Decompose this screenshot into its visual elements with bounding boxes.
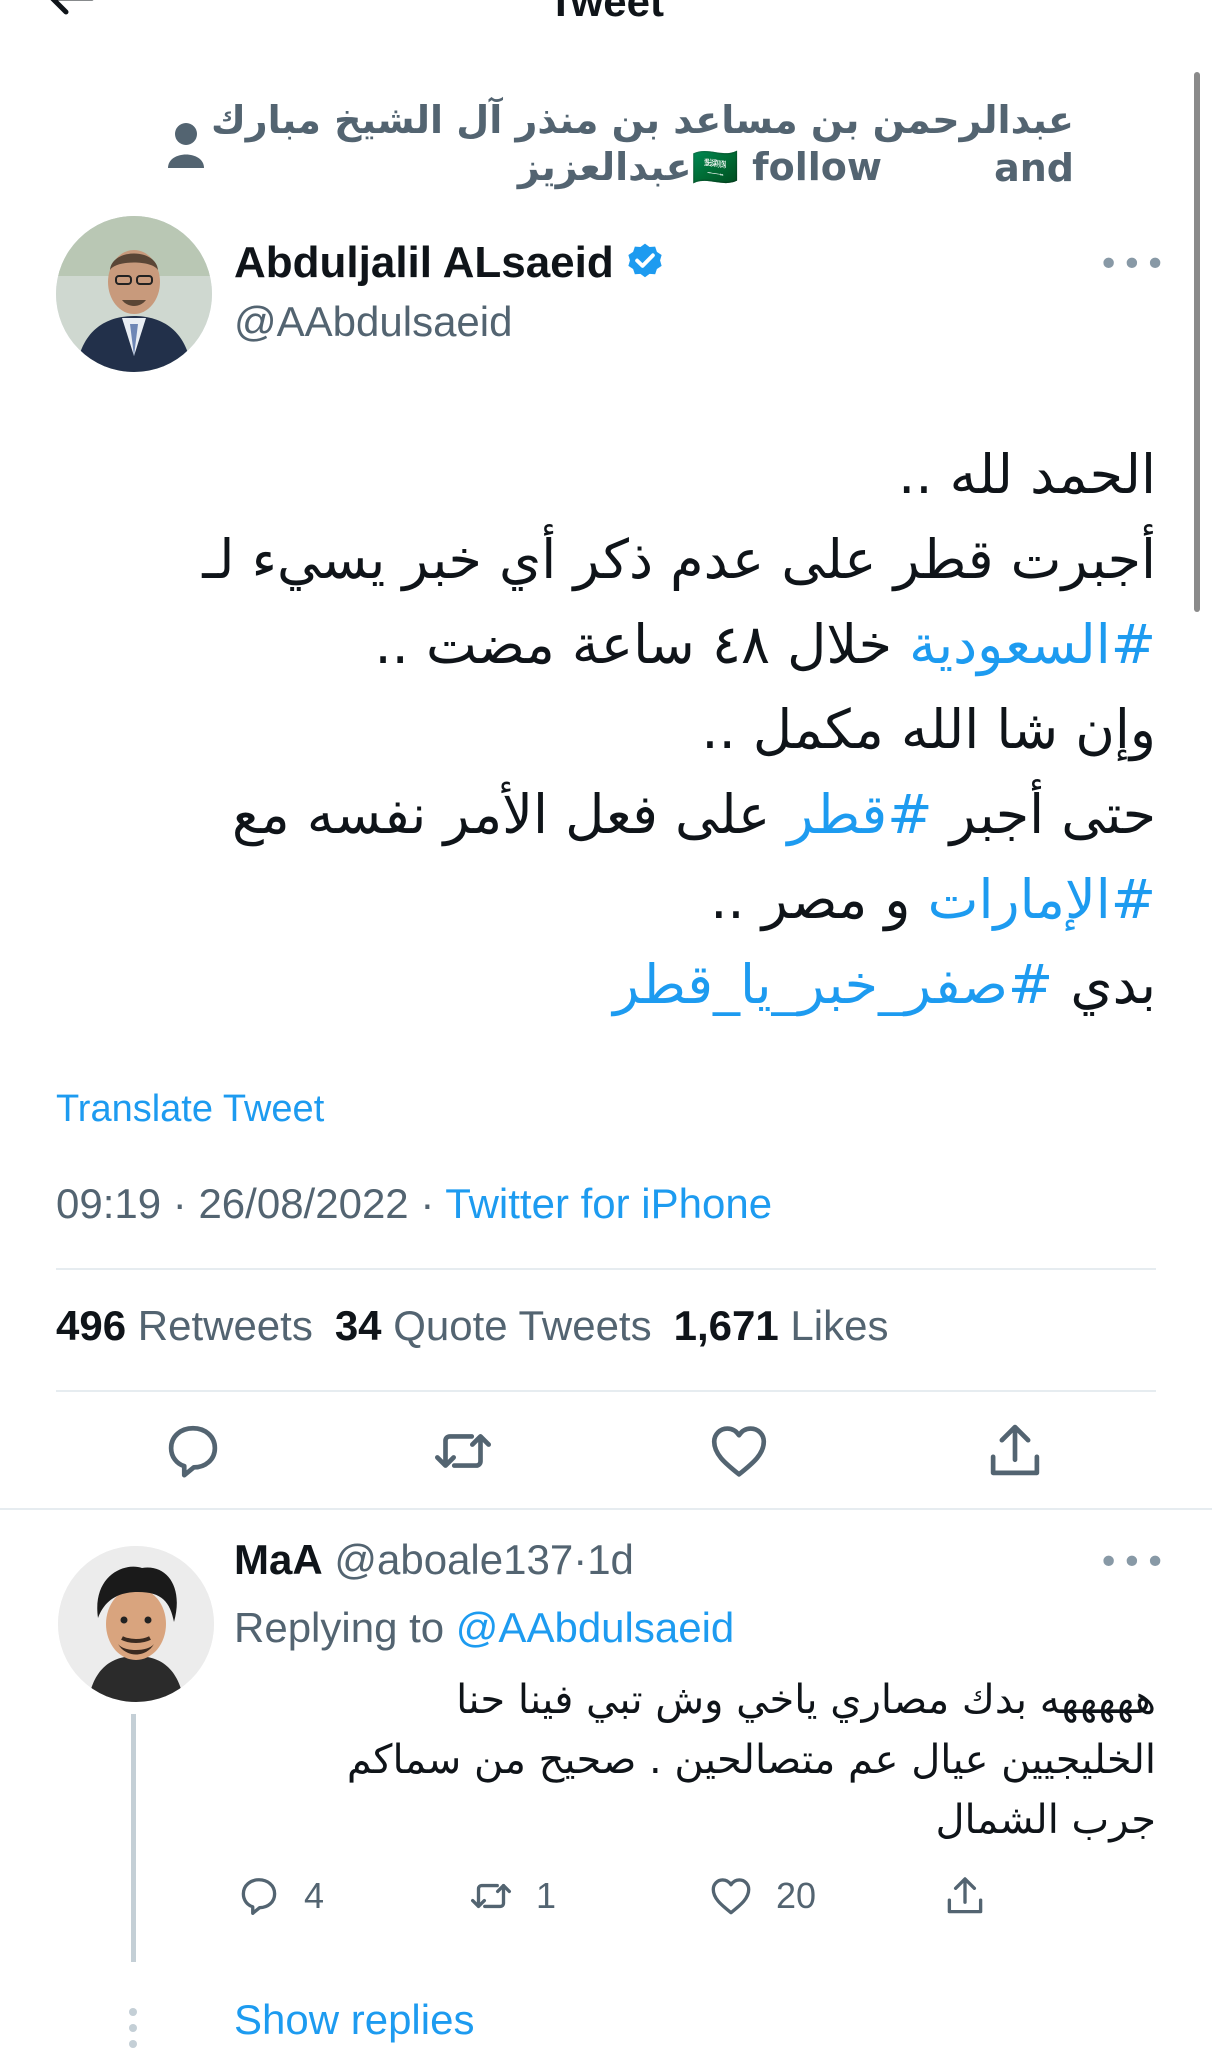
reply-share-button[interactable] — [940, 1868, 990, 1924]
social-context-line2[interactable]: عبدالعزيز🇸🇦 follow — [0, 143, 882, 191]
reply-avatar[interactable] — [58, 1546, 214, 1702]
meta-separator: · — [420, 1180, 435, 1227]
retweets-count: 496 — [56, 1302, 127, 1349]
tweet-text-line: الحمد لله .. — [76, 432, 1156, 517]
likes-stat[interactable]: 1,671 Likes — [674, 1302, 911, 1349]
hashtag-link[interactable]: #صفر_خبر_يا_قطر — [613, 953, 1053, 1016]
divider — [56, 1390, 1156, 1392]
scrollbar[interactable] — [1194, 72, 1200, 612]
more-icon[interactable]: ••• — [1098, 1542, 1168, 1583]
meta-separator: · — [573, 1536, 588, 1583]
reply-retweet-count: 1 — [536, 1875, 557, 1916]
show-replies-link[interactable]: Show replies — [234, 1996, 474, 2044]
tweet-text-segment: الحمد لله .. — [898, 443, 1156, 506]
quotes-label: Quote Tweets — [393, 1302, 652, 1349]
reply-text: هههههه بدك مصاري ياخي وش تبي فينا حنا ال… — [206, 1670, 1156, 1850]
tweet-text-line: بدي #صفر_خبر_يا_قطر — [76, 942, 1156, 1027]
thread-line — [131, 1714, 136, 1962]
reply-button[interactable] — [158, 1416, 228, 1486]
tweet-stats: 496 Retweets 34 Quote Tweets 1,671 Likes — [56, 1302, 910, 1350]
tweet-text-segment: و مصر .. — [710, 868, 928, 931]
translate-tweet-link[interactable]: Translate Tweet — [56, 1088, 324, 1131]
author-handle[interactable]: @AAbdulsaeid — [234, 298, 512, 346]
author-name[interactable]: Abduljalil ALsaeid — [234, 238, 614, 287]
tweet-text-line: #الإمارات و مصر .. — [76, 857, 1156, 942]
likes-label: Likes — [790, 1302, 889, 1349]
tweet-time[interactable]: 09:19 — [56, 1180, 161, 1227]
reply-age[interactable]: 1d — [587, 1536, 634, 1583]
reply-author-name[interactable]: MaA — [234, 1536, 323, 1583]
tweet-text-segment: بدي — [1053, 953, 1156, 1016]
heart-icon — [711, 1426, 767, 1477]
more-icon[interactable]: ••• — [1098, 244, 1168, 285]
retweets-stat[interactable]: 496 Retweets — [56, 1302, 335, 1349]
page-title: Tweet — [548, 0, 664, 25]
tweet-text-line: أجبرت قطر على عدم ذكر أي خبر يسيء لـ — [76, 517, 1156, 602]
tweet-meta: 09:19 · 26/08/2022 · Twitter for iPhone — [56, 1180, 772, 1228]
tweet-text-segment: حتى أجبر — [932, 783, 1156, 846]
reply-icon — [168, 1425, 218, 1478]
hashtag-link[interactable]: #الإمارات — [928, 868, 1156, 931]
reply-text-line: الخليجيين عيال عم متصالحين . صحيح من سما… — [346, 1737, 1156, 1783]
reply-icon — [241, 1878, 277, 1915]
share-icon — [990, 1424, 1040, 1476]
reply-reply-button[interactable]: 4 — [234, 1868, 324, 1924]
tweet-date[interactable]: 26/08/2022 — [198, 1180, 408, 1227]
like-button[interactable] — [704, 1416, 774, 1486]
author-avatar[interactable] — [56, 216, 212, 372]
tweet-text-segment: وإن شا الله مكمل .. — [701, 698, 1156, 761]
tweet-text-segment: خلال ٤٨ ساعة مضت .. — [374, 613, 910, 676]
hashtag-link[interactable]: #قطر — [787, 783, 932, 846]
reply-like-count: 20 — [776, 1875, 817, 1916]
quotes-count: 34 — [334, 1302, 382, 1349]
tweet-source[interactable]: Twitter for iPhone — [445, 1180, 772, 1227]
replying-prefix: Replying to — [234, 1604, 445, 1651]
quotes-stat[interactable]: 34 Quote Tweets — [335, 1302, 674, 1349]
reply-author-handle[interactable]: @aboale137 — [334, 1536, 573, 1583]
tweet-text: الحمد لله .. أجبرت قطر على عدم ذكر أي خبر… — [76, 432, 1156, 1027]
retweet-icon — [471, 1883, 511, 1909]
reply-like-button[interactable]: 20 — [706, 1868, 816, 1924]
tweet-text-line: حتى أجبر #قطر على فعل الأمر نفسه مع — [76, 772, 1156, 857]
reply-text-line: جرب الشمال — [935, 1797, 1156, 1843]
divider — [0, 1508, 1212, 1510]
hashtag-link[interactable]: #السعودية — [909, 613, 1156, 676]
likes-count: 1,671 — [673, 1302, 779, 1349]
tweet-text-segment: على فعل الأمر نفسه مع — [231, 783, 788, 846]
verified-badge-icon — [628, 243, 662, 278]
reply-header: MaA @aboale137·1d — [234, 1536, 634, 1584]
author-name-row[interactable]: Abduljalil ALsaeid — [234, 238, 666, 288]
divider — [56, 1268, 1156, 1270]
heart-icon — [711, 1878, 751, 1915]
tweet-text-line: #السعودية خلال ٤٨ ساعة مضت .. — [76, 602, 1156, 687]
retweet-icon — [435, 1434, 491, 1468]
thread-dots-icon — [129, 2008, 137, 2048]
reply-retweet-button[interactable]: 1 — [466, 1868, 556, 1924]
tweet-text-line: وإن شا الله مكمل .. — [76, 687, 1156, 772]
replying-to: Replying to @AAbdulsaeid — [234, 1604, 734, 1652]
reply-text-line: هههههه بدك مصاري ياخي وش تبي فينا حنا — [456, 1677, 1156, 1723]
reply-reply-count: 4 — [304, 1875, 325, 1916]
retweet-button[interactable] — [428, 1416, 498, 1486]
tweet-text-segment: أجبرت قطر على عدم ذكر أي خبر يسيء لـ — [202, 528, 1156, 591]
share-icon — [947, 1877, 983, 1914]
retweets-label: Retweets — [137, 1302, 313, 1349]
replying-to-handle[interactable]: @AAbdulsaeid — [456, 1604, 734, 1651]
share-button[interactable] — [980, 1416, 1050, 1486]
meta-separator: · — [172, 1180, 187, 1227]
